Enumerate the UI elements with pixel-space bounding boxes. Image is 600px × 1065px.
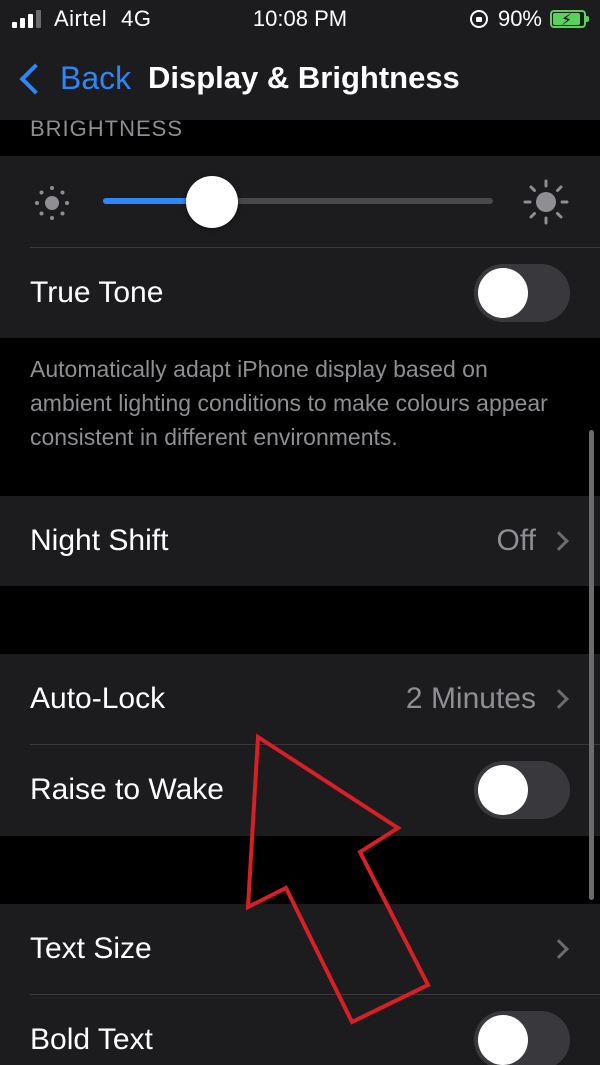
true-tone-label: True Tone [30,276,164,309]
true-tone-description: Automatically adapt iPhone display based… [30,356,548,450]
raise-to-wake-row: Raise to Wake [0,745,600,835]
night-shift-value: Off [496,524,536,557]
battery-percent: 90% [497,6,542,31]
battery-charging-icon: ⚡ [550,10,589,29]
bold-text-label: Bold Text [30,1023,153,1056]
brightness-slider-row [0,156,600,246]
charging-bolt-icon: ⚡ [561,12,573,29]
auto-lock-row[interactable]: Auto-Lock 2 Minutes [0,654,600,744]
raise-to-wake-toggle[interactable] [474,761,570,819]
toggle-knob [478,268,528,318]
true-tone-row: True Tone [0,248,600,338]
navigation-bar: Back Display & Brightness [0,40,600,120]
page-title: Display & Brightness [148,60,460,95]
night-shift-label: Night Shift [30,524,169,557]
bold-text-row: Bold Text [0,995,600,1065]
scroll-indicator[interactable] [589,430,594,900]
settings-screen: Airtel 4G 10:08 PM 90% ⚡ Back Display & … [0,0,600,1065]
status-bar: Airtel 4G 10:08 PM 90% ⚡ [0,0,600,40]
chevron-left-icon [19,62,51,95]
orientation-lock-icon [469,10,488,28]
night-shift-row[interactable]: Night Shift Off [0,496,600,586]
raise-to-wake-label: Raise to Wake [30,773,224,806]
brightness-slider-knob[interactable] [186,176,239,228]
back-button[interactable]: Back [16,60,131,97]
text-size-label: Text Size [30,932,152,965]
toggle-knob [478,765,528,815]
chevron-right-icon [549,531,569,551]
back-label: Back [60,60,132,96]
text-group: Text Size Bold Text [0,904,600,1065]
auto-lock-label: Auto-Lock [30,682,166,715]
true-tone-toggle[interactable] [474,264,570,322]
text-size-row[interactable]: Text Size [0,904,600,994]
sun-large-icon [523,179,569,225]
brightness-slider[interactable] [103,198,493,204]
lock-group: Auto-Lock 2 Minutes Raise to Wake [0,654,600,836]
bold-text-toggle[interactable] [474,1011,570,1065]
chevron-right-icon [549,939,569,959]
status-right: 90% ⚡ [469,6,589,32]
auto-lock-value: 2 Minutes [405,682,536,715]
brightness-group: True Tone [0,156,600,338]
chevron-right-icon [549,689,569,709]
night-shift-group: Night Shift Off [0,496,600,586]
brightness-section-header: BRIGHTNESS [30,116,184,141]
sun-small-icon [35,186,69,220]
toggle-knob [478,1015,528,1065]
